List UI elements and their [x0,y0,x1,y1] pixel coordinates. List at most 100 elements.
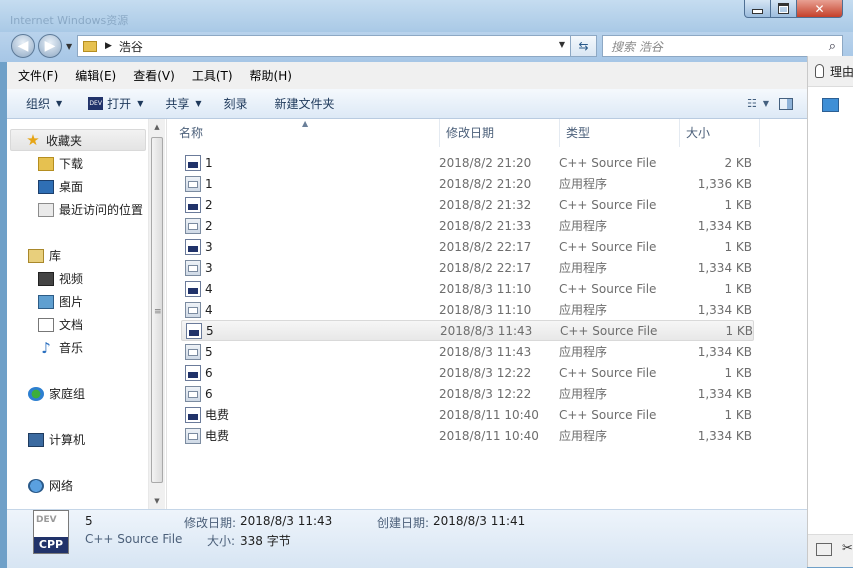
sidebar-item-network[interactable]: 网络 [28,477,73,494]
search-icon[interactable]: ⌕ [829,39,836,54]
file-row[interactable]: 3 2018/8/2 22:17 应用程序 1,334 KB [181,257,754,278]
navigation-scrollbar[interactable]: ▲ ≡ ▼ [148,119,165,509]
file-row[interactable]: 1 2018/8/2 21:20 C++ Source File 2 KB [181,152,754,173]
sidebar-item-homegroup[interactable]: 家庭组 [28,385,85,402]
cpp-file-icon [185,406,201,423]
title-bar: Internet Windows资源 ✕ [0,0,853,32]
scroll-up-icon[interactable]: ▲ [149,123,165,131]
side-panel-image-button[interactable] [822,98,839,112]
scroll-down-icon[interactable]: ▼ [149,497,165,505]
search-input[interactable]: 搜索 浩谷 ⌕ [602,35,843,57]
file-row[interactable]: 3 2018/8/2 22:17 C++ Source File 1 KB [181,236,754,257]
file-modified-date: 2018/8/11 10:40 [439,407,539,422]
sidebar-item-documents[interactable]: 文档 [38,316,83,333]
file-size: 1,334 KB [697,428,752,443]
file-row[interactable]: 6 2018/8/3 12:22 C++ Source File 1 KB [181,362,754,383]
file-size: 1,336 KB [697,176,752,191]
file-modified-date: 2018/8/2 22:17 [439,260,532,275]
sidebar-item-downloads[interactable]: 下载 [38,155,83,172]
file-modified-date: 2018/8/3 11:43 [440,323,533,338]
file-row[interactable]: 电费 2018/8/11 10:40 应用程序 1,334 KB [181,425,754,446]
close-icon: ✕ [814,1,825,16]
scrollbar-thumb[interactable]: ≡ [151,137,163,483]
scissors-icon[interactable]: ✂ [842,541,853,556]
sidebar-item-music[interactable]: ♪ 音乐 [38,339,83,356]
file-row[interactable]: 6 2018/8/3 12:22 应用程序 1,334 KB [181,383,754,404]
file-name: 4 [205,302,213,317]
forward-button[interactable]: ▶ [38,34,62,58]
file-type: 应用程序 [559,429,608,443]
sidebar-item-recent[interactable]: 最近访问的位置 [38,201,143,218]
modified-date-label: 修改日期: [184,516,237,530]
folder-outline-icon[interactable] [816,543,832,556]
back-button[interactable]: ◀ [11,34,35,58]
menu-tools[interactable]: 工具(T) [181,67,239,84]
created-date-label: 创建日期: [377,516,430,530]
column-size[interactable]: 大小 [680,119,760,147]
sidebar-item-label: 库 [49,249,62,263]
library-icon [28,248,44,263]
music-note-icon: ♪ [41,338,51,357]
sidebar-item-pictures[interactable]: 图片 [38,293,83,310]
view-options-icon[interactable]: ☷ [747,97,757,110]
file-name: 4 [205,281,213,296]
file-row[interactable]: 4 2018/8/3 11:10 C++ Source File 1 KB [181,278,754,299]
view-dropdown-icon[interactable]: ▼ [763,99,769,108]
file-name-cell: 3 [181,259,439,276]
file-name: 6 [205,365,213,380]
sidebar-item-favorites[interactable]: ★ 收藏夹 [10,129,146,151]
file-row[interactable]: 1 2018/8/2 21:20 应用程序 1,336 KB [181,173,754,194]
recent-places-icon [38,202,54,217]
refresh-button[interactable]: ⇆ [571,35,597,57]
file-type: 应用程序 [559,261,608,275]
menu-help[interactable]: 帮助(H) [239,67,298,84]
recent-pages-dropdown[interactable]: ▼ [66,42,72,51]
sidebar-item-desktop[interactable]: 桌面 [38,178,83,195]
file-row[interactable]: 2 2018/8/2 21:32 C++ Source File 1 KB [181,194,754,215]
size-label: 大小: [207,534,236,548]
file-modified-date: 2018/8/11 10:40 [439,428,539,443]
application-icon [185,343,201,360]
column-modified[interactable]: 修改日期 [440,119,560,147]
file-modified-date: 2018/8/3 11:10 [439,281,532,296]
created-date-value: 2018/8/3 11:41 [433,514,526,528]
organize-button[interactable]: 组织 ▼ [26,95,62,112]
sidebar-item-label: 文档 [59,318,84,332]
burn-button[interactable]: 刻录 [224,95,248,112]
file-row[interactable]: 5 2018/8/3 11:43 应用程序 1,334 KB [181,341,754,362]
menu-view[interactable]: 查看(V) [122,67,181,84]
share-button[interactable]: 共享 ▼ [165,95,201,112]
close-button[interactable]: ✕ [797,0,843,18]
file-row[interactable]: 4 2018/8/3 11:10 应用程序 1,334 KB [181,299,754,320]
breadcrumb-chevron-icon[interactable]: ▶ [105,41,112,51]
menu-edit[interactable]: 编辑(E) [64,67,122,84]
column-name[interactable]: ▲ 名称 [167,119,440,147]
address-dropdown-icon[interactable]: ▼ [559,40,565,49]
column-type[interactable]: 类型 [560,119,680,147]
sidebar-item-videos[interactable]: 视频 [38,270,83,287]
open-label: 打开 [107,97,132,111]
breadcrumb-current[interactable]: 浩谷 [119,38,143,55]
file-type: 应用程序 [559,177,608,191]
preview-pane-icon[interactable] [779,97,793,110]
column-type-label: 类型 [566,126,591,140]
sidebar-item-computer[interactable]: 计算机 [28,431,85,448]
file-row[interactable]: 5 2018/8/3 11:43 C++ Source File 1 KB [181,320,754,341]
file-size: 1 KB [724,365,752,380]
file-name: 电费 [205,408,230,422]
file-name-cell: 1 [181,154,439,171]
minimize-button[interactable] [744,0,771,18]
file-size: 1 KB [724,239,752,254]
maximize-button[interactable] [771,0,797,18]
file-modified-date: 2018/8/2 21:20 [439,176,532,191]
file-name-cell: 4 [181,280,439,297]
file-row[interactable]: 电费 2018/8/11 10:40 C++ Source File 1 KB [181,404,754,425]
file-row[interactable]: 2 2018/8/2 21:33 应用程序 1,334 KB [181,215,754,236]
sidebar-item-libraries[interactable]: 库 [28,247,61,264]
address-bar[interactable]: ▶ 浩谷 ▼ [77,35,571,57]
file-type: C++ Source File [559,407,657,422]
file-size: 2 KB [724,155,752,170]
menu-file[interactable]: 文件(F) [7,67,64,84]
chevron-down-icon: ▼ [195,99,202,108]
open-button[interactable]: DEV 打开 ▼ [84,95,143,112]
